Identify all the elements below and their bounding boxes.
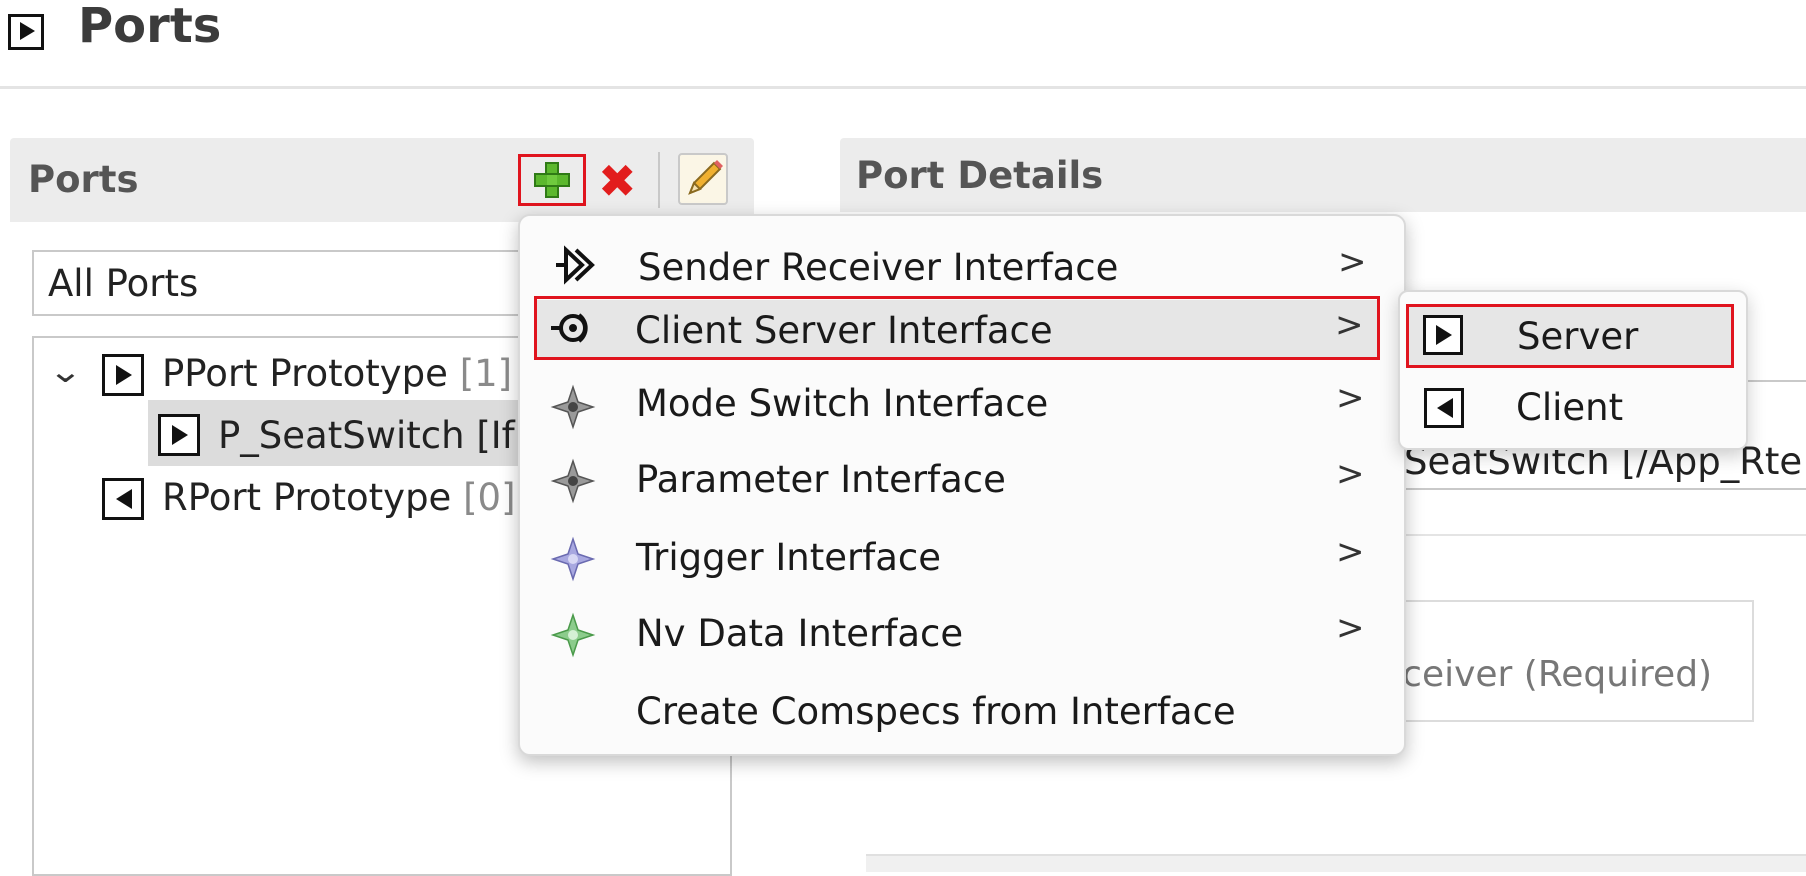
menu-item-create-comspecs[interactable]: Create Comspecs from Interface <box>520 680 1404 750</box>
plus-icon <box>534 162 570 198</box>
chevron-right-icon: > <box>1336 608 1365 648</box>
details-bottom-area <box>866 854 1806 872</box>
toolbar-separator <box>658 152 660 208</box>
edit-port-button[interactable] <box>678 153 728 205</box>
menu-item-label: Mode Switch Interface <box>636 382 1049 425</box>
menu-item-parameter[interactable]: Parameter Interface > <box>520 448 1404 524</box>
field-separator <box>1400 534 1806 536</box>
pencil-icon <box>688 160 723 195</box>
parameter-icon <box>550 458 596 504</box>
port-role-text: eceiver (Required) <box>1380 654 1713 695</box>
tree-item-count: [0] <box>463 476 516 519</box>
tree-item-label: RPort Prototype <box>162 476 452 519</box>
tree-item-rport[interactable]: RPort Prototype [0] <box>162 476 516 519</box>
ports-panel-title: Ports <box>28 158 139 201</box>
port-details-title: Port Details <box>856 154 1104 197</box>
client-port-icon <box>1424 388 1464 428</box>
chevron-down-icon[interactable]: ⌄ <box>48 352 83 390</box>
menu-item-label: Sender Receiver Interface <box>638 246 1119 289</box>
menu-item-label: Trigger Interface <box>636 536 942 579</box>
tree-item-count: [1] <box>459 352 513 395</box>
add-port-button[interactable] <box>518 154 586 206</box>
menu-item-trigger[interactable]: Trigger Interface > <box>520 524 1404 600</box>
chevron-right-icon: > <box>1335 305 1364 345</box>
delete-x-icon: ✖ <box>598 154 637 208</box>
pport-icon <box>102 354 144 396</box>
menu-item-label: Parameter Interface <box>636 458 1006 501</box>
trigger-icon <box>550 536 596 582</box>
mode-switch-icon <box>550 384 596 430</box>
field-underline <box>1400 488 1806 490</box>
menu-item-label: Nv Data Interface <box>636 612 964 655</box>
tree-item-pport[interactable]: PPort Prototype [1] <box>162 352 512 395</box>
client-server-icon <box>551 313 588 343</box>
sender-receiver-icon <box>556 245 595 285</box>
submenu-item-client[interactable]: Client <box>1406 376 1734 440</box>
chevron-right-icon: > <box>1336 532 1365 572</box>
submenu-item-label: Server <box>1517 315 1639 358</box>
chevron-right-icon: > <box>1336 454 1365 494</box>
delete-port-button[interactable]: ✖ <box>598 158 637 204</box>
port-filter-value: All Ports <box>48 262 199 305</box>
header-divider <box>0 86 1806 89</box>
menu-item-mode-switch[interactable]: Mode Switch Interface > <box>520 370 1404 446</box>
tree-item-p-seatswitch[interactable]: P_SeatSwitch [If <box>218 414 515 457</box>
chevron-right-icon: > <box>1336 378 1365 418</box>
submenu-item-server[interactable]: Server <box>1406 304 1734 368</box>
nv-data-icon <box>550 612 596 658</box>
menu-item-client-server[interactable]: Client Server Interface > <box>534 296 1380 360</box>
menu-item-nv-data[interactable]: Nv Data Interface > <box>520 602 1404 678</box>
header-port-icon <box>8 14 44 50</box>
menu-item-sender-receiver[interactable]: Sender Receiver Interface > <box>520 226 1404 302</box>
submenu-item-label: Client <box>1516 386 1624 429</box>
pport-child-icon <box>158 414 200 456</box>
rport-icon <box>102 478 144 520</box>
chevron-right-icon: > <box>1338 242 1367 282</box>
menu-item-label: Create Comspecs from Interface <box>636 690 1236 733</box>
tree-item-label: PPort Prototype <box>162 352 448 395</box>
page-title: Ports <box>78 0 222 54</box>
server-port-icon <box>1423 315 1463 355</box>
menu-item-label: Client Server Interface <box>635 309 1053 352</box>
